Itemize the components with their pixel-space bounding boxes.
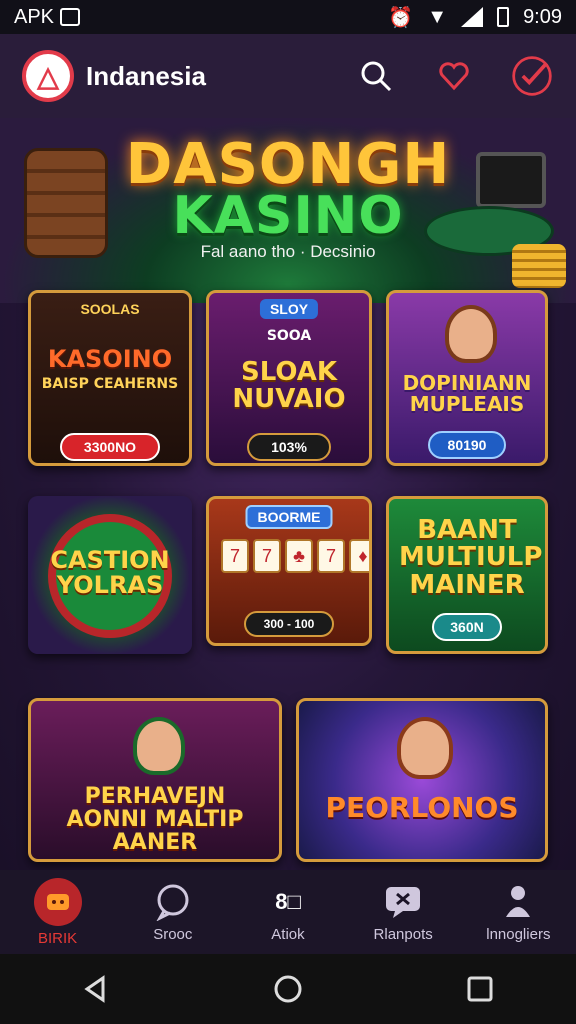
nav-label: Srooc	[153, 925, 193, 943]
game-card[interactable]: SOOLAS KASOINO BAISP CEAHERNS 3300NO	[28, 290, 192, 466]
game-tag: BOORME	[245, 505, 333, 529]
search-button[interactable]	[354, 54, 398, 98]
app-header: △ Indanesia	[0, 34, 576, 118]
signal-icon	[461, 7, 484, 27]
check-circle-icon	[512, 56, 552, 96]
hero-subtitle: Fal aano tho · Decsinio	[200, 242, 376, 261]
nav-item-profile[interactable]: lnnogliers	[468, 882, 568, 943]
reel-symbol: 7	[317, 539, 345, 573]
nav-label: Rlanpots	[373, 925, 433, 943]
game-play-button[interactable]: 360N	[432, 613, 502, 641]
heart-icon	[439, 62, 469, 91]
nav-label: BIRIK	[38, 929, 78, 947]
character-portrait	[445, 305, 497, 363]
game-play-button[interactable]: 80190	[428, 431, 506, 459]
game-title: KASOINO	[47, 345, 173, 373]
game-card[interactable]: BAANT MULTIULP MAINER 360N	[386, 496, 548, 654]
game-title: CASTION YOLRAS	[50, 546, 170, 600]
check-button[interactable]	[510, 54, 554, 98]
reel-symbol: ♦	[349, 539, 369, 573]
nav-label: lnnogliers	[486, 925, 551, 943]
carrier-label: APK	[14, 5, 55, 28]
game-card[interactable]: PEORLONOS	[296, 698, 548, 862]
game-tag: SOOLAS	[80, 301, 140, 317]
message-icon	[383, 882, 423, 922]
game-title: BAANT MULTIULP MAINER	[399, 515, 543, 600]
character-portrait	[397, 717, 453, 779]
bottom-navigation: BIRIK Srooc 8□ Atiok Rlanpots lnnogliers	[0, 870, 576, 954]
search-icon	[361, 61, 392, 92]
nav-item-messages[interactable]: Rlanpots	[353, 882, 453, 943]
game-card[interactable]: PERHAVEJN AONNI MALTIP AANER	[28, 698, 282, 862]
clock: 9:09	[523, 5, 562, 28]
nav-item-home[interactable]: BIRIK	[8, 877, 108, 947]
reel-symbol: 7	[253, 539, 281, 573]
game-subtitle: BAISP CEAHERNS	[41, 376, 179, 392]
nav-item-chat[interactable]: Srooc	[123, 882, 223, 943]
nav-item-number[interactable]: 8□ Atiok	[238, 882, 338, 943]
profile-icon	[498, 882, 538, 922]
chat-icon	[153, 882, 193, 922]
app-logo[interactable]: △	[22, 50, 74, 102]
game-badge: SOOA	[266, 328, 312, 344]
character-portrait	[133, 717, 185, 775]
nav-label: Atiok	[271, 925, 305, 943]
system-navigation	[0, 954, 576, 1024]
battery-icon	[497, 7, 510, 27]
game-tag: SLOY	[259, 299, 319, 319]
slot-reels: 7 7 ♣ 7 ♦	[221, 539, 369, 573]
home-icon	[33, 877, 82, 926]
alarm-icon: ⏰	[388, 6, 414, 29]
reel-symbol: 7	[221, 539, 249, 573]
recents-icon[interactable]	[465, 974, 495, 1004]
wifi-icon: ▼	[427, 5, 448, 28]
game-title: SLOAK NUVAIO	[232, 357, 346, 415]
app-title: Indanesia	[86, 60, 206, 91]
game-play-button[interactable]: 300 - 100	[244, 611, 334, 637]
game-card[interactable]: BOORME 7 7 ♣ 7 ♦ 300 - 100	[206, 496, 372, 646]
main-content: DASONGH KASINO Fal aano tho · Decsinio S…	[0, 118, 576, 870]
game-play-button[interactable]: 103%	[247, 433, 331, 461]
status-bar: APK ⏰ ▼ 9:09	[0, 0, 576, 34]
game-card[interactable]: SLOY SOOA SLOAK NUVAIO 103%	[206, 290, 372, 466]
game-title: DOPINIANN MUPLEAIS	[402, 371, 532, 416]
hero-banner[interactable]: DASONGH KASINO Fal aano tho · Decsinio	[0, 118, 576, 303]
game-title: PERHAVEJN AONNI MALTIP AANER	[66, 784, 244, 856]
game-card[interactable]: DOPINIANN MUPLEAIS 80190	[386, 290, 548, 466]
back-icon[interactable]	[81, 974, 111, 1004]
reel-symbol: ♣	[285, 539, 313, 573]
game-card[interactable]: CASTION YOLRAS	[28, 496, 192, 654]
game-title: PEORLONOS	[325, 791, 519, 824]
number-icon: 8□	[275, 888, 301, 914]
game-play-button[interactable]: 3300NO	[60, 433, 160, 461]
hero-title-line2: KASINO	[172, 186, 404, 246]
favorites-button[interactable]	[432, 54, 476, 98]
notification-icon	[60, 8, 81, 26]
home-button-icon[interactable]	[273, 974, 303, 1004]
